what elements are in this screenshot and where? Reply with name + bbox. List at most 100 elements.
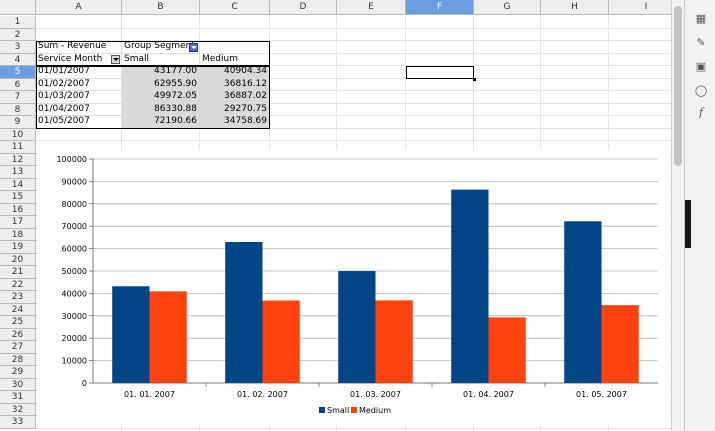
- sidebar-collapse-handle[interactable]: [685, 200, 691, 248]
- row-header-3[interactable]: 3: [0, 41, 36, 54]
- y-tick-label: 50000: [62, 267, 87, 276]
- chart-canvas: 0 10000 20000 30000 40000 50000 60000 70000 8000…: [56, 155, 658, 415]
- bar-medium-3: [375, 300, 413, 383]
- styles-icon[interactable]: ✎: [694, 36, 708, 50]
- pivot-value-cell[interactable]: 72190.66: [122, 116, 200, 129]
- column-field-dropdown-icon[interactable]: [189, 42, 198, 52]
- y-tick-label: 80000: [62, 200, 87, 209]
- pivot-col-header-small[interactable]: Small: [122, 53, 200, 66]
- row-header-18[interactable]: 18: [0, 228, 36, 241]
- legend-label-medium: Medium: [359, 406, 391, 415]
- row-header-1[interactable]: 1: [0, 16, 36, 29]
- column-header-d[interactable]: D: [270, 0, 337, 15]
- pivot-row-label[interactable]: 01/02/2007: [36, 78, 122, 91]
- row-header-14[interactable]: 14: [0, 178, 36, 191]
- pivot-value-cell[interactable]: 49972.05: [122, 91, 200, 104]
- x-tick-label: 01. 03. 2007: [350, 390, 401, 399]
- legend-label-small: Small: [327, 406, 349, 415]
- x-tick-label: 01. 05. 2007: [576, 390, 627, 399]
- pivot-value-cell[interactable]: 29270.75: [200, 103, 270, 116]
- column-header-h[interactable]: H: [541, 0, 609, 15]
- row-header-25[interactable]: 25: [0, 316, 36, 329]
- row-gridline: [36, 140, 684, 141]
- y-tick-label: 90000: [62, 177, 87, 186]
- row-header-19[interactable]: 19: [0, 241, 36, 254]
- row-header-17[interactable]: 17: [0, 216, 36, 229]
- row-header-23[interactable]: 23: [0, 291, 36, 304]
- row-header-33[interactable]: 33: [0, 416, 36, 429]
- row-header-22[interactable]: 22: [0, 278, 36, 291]
- vertical-scrollbar[interactable]: [671, 0, 684, 431]
- scrollbar-thumb[interactable]: [674, 6, 682, 166]
- row-header-27[interactable]: 27: [0, 341, 36, 354]
- cell-cursor-f5[interactable]: [406, 66, 476, 80]
- pivot-value-cell[interactable]: 43177.00: [122, 66, 200, 79]
- row-header-26[interactable]: 26: [0, 328, 36, 341]
- pivot-row-field[interactable]: Service Month: [36, 53, 122, 66]
- y-tick-label: 0: [82, 379, 87, 388]
- functions-icon[interactable]: f: [694, 106, 708, 120]
- row-header-5[interactable]: 5: [0, 66, 36, 79]
- column-header-g[interactable]: G: [474, 0, 541, 15]
- column-header-e[interactable]: E: [337, 0, 406, 15]
- row-header-2[interactable]: 2: [0, 28, 36, 41]
- column-header-a[interactable]: A: [36, 0, 122, 15]
- row-header-32[interactable]: 32: [0, 403, 36, 416]
- x-tick-label: 01. 01. 2007: [124, 390, 175, 399]
- pivot-value-cell[interactable]: 40904.34: [200, 66, 270, 79]
- row-header-13[interactable]: 13: [0, 166, 36, 179]
- row-header-6[interactable]: 6: [0, 78, 36, 91]
- y-tick-label: 20000: [62, 334, 87, 343]
- sidebar-panel: ▦ ✎ ▣ ◯ f: [684, 0, 715, 431]
- bar-small-3: [338, 271, 376, 383]
- y-tick-label: 40000: [62, 289, 87, 298]
- row-header-31[interactable]: 31: [0, 391, 36, 404]
- row-gridline: [36, 427, 684, 429]
- x-tick-label: 01. 04. 2007: [463, 390, 514, 399]
- row-header-12[interactable]: 12: [0, 153, 36, 166]
- spreadsheet-grid[interactable]: ABCDEFGHI 1 2 3 4 5 6 7 8 9 10 11 12 13 14 15 16 17 18 19 2…: [0, 0, 684, 431]
- row-header-10[interactable]: 10: [0, 128, 36, 141]
- pivot-data-field[interactable]: Sum - Revenue: [36, 41, 122, 54]
- properties-icon[interactable]: ▦: [694, 12, 708, 26]
- select-all-corner[interactable]: [0, 0, 36, 15]
- y-tick-label: 10000: [62, 357, 87, 366]
- bar-small-5: [564, 221, 602, 383]
- pivot-value-cell[interactable]: 36816.12: [200, 78, 270, 91]
- column-header-c[interactable]: C: [200, 0, 270, 15]
- row-header-4[interactable]: 4: [0, 53, 36, 66]
- row-header-16[interactable]: 16: [0, 203, 36, 216]
- bar-chart[interactable]: 0 10000 20000 30000 40000 50000 60000 70000 8000…: [38, 150, 670, 425]
- pivot-value-cell[interactable]: 34758.69: [200, 116, 270, 129]
- navigator-icon[interactable]: ◯: [694, 84, 708, 98]
- row-header-24[interactable]: 24: [0, 303, 36, 316]
- column-header-b[interactable]: B: [122, 0, 200, 15]
- column-header-f[interactable]: F: [406, 0, 474, 15]
- y-tick-label: 100000: [56, 155, 87, 164]
- row-header-8[interactable]: 8: [0, 103, 36, 116]
- row-header-11[interactable]: 11: [0, 141, 36, 154]
- bar-medium-5: [601, 305, 639, 383]
- pivot-value-cell[interactable]: 62955.90: [122, 78, 200, 91]
- pivot-row-label[interactable]: 01/04/2007: [36, 103, 122, 116]
- pivot-row-label[interactable]: 01/03/2007: [36, 91, 122, 104]
- pivot-row-label[interactable]: 01/01/2007: [36, 66, 122, 79]
- y-tick-label: 60000: [62, 245, 87, 254]
- row-header-30[interactable]: 30: [0, 378, 36, 391]
- pivot-value-cell[interactable]: 86330.88: [122, 103, 200, 116]
- row-field-dropdown-icon[interactable]: [111, 55, 120, 64]
- pivot-value-cell[interactable]: 36887.02: [200, 91, 270, 104]
- row-header-9[interactable]: 9: [0, 116, 36, 129]
- row-header-15[interactable]: 15: [0, 191, 36, 204]
- row-header-21[interactable]: 21: [0, 266, 36, 279]
- row-header-29[interactable]: 29: [0, 366, 36, 379]
- row-header-7[interactable]: 7: [0, 91, 36, 104]
- pivot-col-header-medium[interactable]: Medium: [200, 53, 270, 66]
- gallery-icon[interactable]: ▣: [694, 60, 708, 74]
- bar-medium-1: [149, 291, 187, 383]
- y-tick-label: 70000: [62, 222, 87, 231]
- pivot-row-label[interactable]: 01/05/2007: [36, 116, 122, 129]
- bar-medium-2: [262, 300, 300, 383]
- row-header-28[interactable]: 28: [0, 353, 36, 366]
- row-header-20[interactable]: 20: [0, 253, 36, 266]
